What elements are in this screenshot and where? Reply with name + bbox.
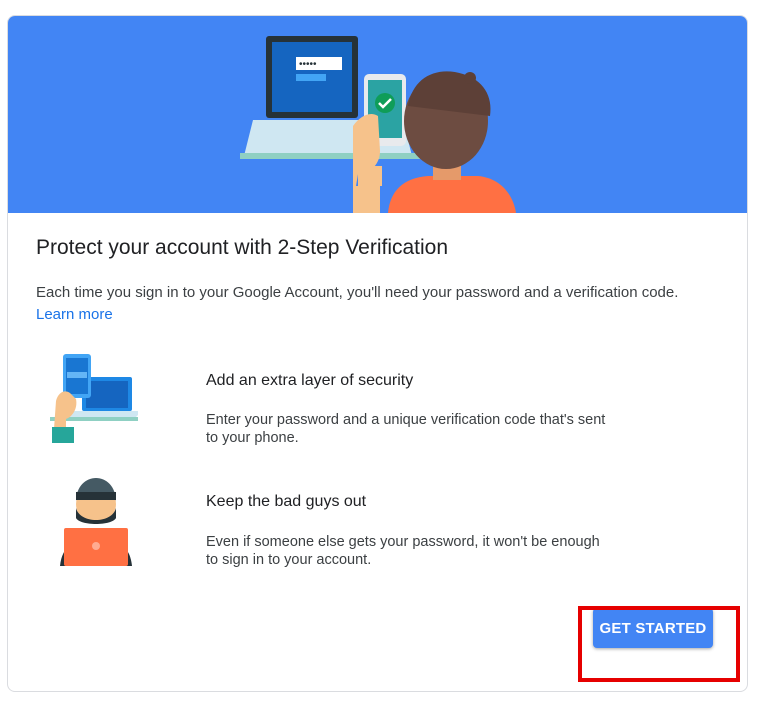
- feature-title-security: Add an extra layer of security: [206, 372, 414, 389]
- learn-more-link[interactable]: Learn more: [36, 306, 113, 323]
- get-started-button[interactable]: GET STARTED: [593, 608, 713, 648]
- two-step-verification-card: ••••• Protect your account with 2-Step V…: [7, 15, 748, 692]
- description-body: Each time you sign in to your Google Acc…: [36, 284, 679, 301]
- hero-illustration: •••••: [8, 16, 747, 213]
- svg-text:•••••: •••••: [299, 59, 317, 70]
- feature-text-security: Enter your password and a unique verific…: [206, 412, 606, 446]
- description-text: Each time you sign in to your Google Acc…: [36, 282, 696, 326]
- phone-laptop-illustration: [50, 354, 138, 443]
- feature-text-bad-guys: Even if someone else gets your password,…: [206, 534, 600, 568]
- feature-title-bad-guys: Keep the bad guys out: [206, 493, 367, 510]
- hacker-illustration: [60, 478, 132, 566]
- page-title: Protect your account with 2-Step Verific…: [36, 236, 449, 259]
